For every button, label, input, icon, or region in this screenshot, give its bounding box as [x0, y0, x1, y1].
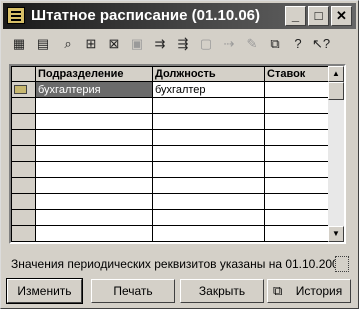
- data-grid[interactable]: Подразделение Должность Ставок бухгалтер…: [9, 64, 346, 244]
- toolbar: ▦ ▤ ⌕ ⊞ ⊠ ▣ ⇉ ⇶ ▢ ⇢ ✎ ⧉ ? ↖?: [5, 33, 355, 55]
- find-icon[interactable]: ⌕: [58, 35, 78, 53]
- maximize-button[interactable]: □: [308, 6, 329, 26]
- table-row[interactable]: [11, 209, 332, 226]
- table-row[interactable]: [11, 225, 332, 242]
- header-row: Подразделение Должность Ставок: [11, 66, 332, 82]
- scroll-down-icon[interactable]: ▼: [328, 226, 344, 242]
- row-header: [11, 81, 36, 98]
- column-header-position[interactable]: Должность: [152, 66, 265, 82]
- table-row[interactable]: [11, 97, 332, 114]
- history-label: История: [295, 284, 343, 298]
- move-icon[interactable]: ⇉: [150, 35, 170, 53]
- move-all-icon[interactable]: ⇶: [173, 35, 193, 53]
- link-icon[interactable]: ✎: [242, 35, 262, 53]
- edit-icon[interactable]: ▤: [33, 35, 53, 53]
- history-button[interactable]: ⧉ История: [267, 279, 351, 303]
- table-row[interactable]: бухгалтерия бухгалтер: [11, 81, 332, 98]
- copy-icon[interactable]: ⧉: [265, 35, 285, 53]
- whats-this-icon[interactable]: ↖?: [311, 35, 331, 53]
- vertical-scrollbar[interactable]: ▲ ▼: [328, 66, 344, 242]
- title-bar[interactable]: Штатное расписание (01.10.06) _ □ ✕: [3, 3, 356, 29]
- history-icon: ⧉: [273, 283, 283, 298]
- transfer-icon[interactable]: ⇢: [219, 35, 239, 53]
- window-title: Штатное расписание (01.10.06): [31, 7, 261, 24]
- column-header-dept[interactable]: Подразделение: [35, 66, 153, 82]
- table-row[interactable]: [11, 145, 332, 162]
- help-icon[interactable]: ?: [288, 35, 308, 53]
- print-button[interactable]: Печать: [91, 279, 175, 303]
- add-row-icon[interactable]: ⊞: [81, 35, 101, 53]
- table-row[interactable]: [11, 193, 332, 210]
- cell-dept[interactable]: бухгалтерия: [35, 81, 153, 98]
- table-row[interactable]: [11, 129, 332, 146]
- status-button[interactable]: [335, 256, 349, 272]
- table-row[interactable]: [11, 161, 332, 178]
- minimize-button[interactable]: _: [285, 6, 306, 26]
- folder-icon[interactable]: ▢: [196, 35, 216, 53]
- table-row[interactable]: [11, 113, 332, 130]
- scroll-up-icon[interactable]: ▲: [328, 66, 344, 82]
- edit-button[interactable]: Изменить: [6, 278, 83, 304]
- main-window: Штатное расписание (01.10.06) _ □ ✕ ▦ ▤ …: [0, 0, 359, 309]
- close-button[interactable]: ✕: [331, 6, 352, 26]
- table-row[interactable]: [11, 177, 332, 194]
- cell-rate[interactable]: [264, 81, 332, 98]
- status-text: Значения периодических реквизитов указан…: [11, 257, 346, 271]
- copy-row-icon[interactable]: ▣: [127, 35, 147, 53]
- row-header-corner: [11, 66, 36, 82]
- add-icon[interactable]: ▦: [9, 35, 29, 53]
- app-icon: [7, 7, 25, 24]
- close-window-button[interactable]: Закрыть: [180, 279, 264, 303]
- grid-table: Подразделение Должность Ставок бухгалтер…: [11, 66, 332, 242]
- delete-row-icon[interactable]: ⊠: [104, 35, 124, 53]
- column-header-rate[interactable]: Ставок: [264, 66, 332, 82]
- scroll-thumb[interactable]: [328, 82, 344, 100]
- folder-icon: [14, 85, 27, 94]
- cell-position[interactable]: бухгалтер: [152, 81, 265, 98]
